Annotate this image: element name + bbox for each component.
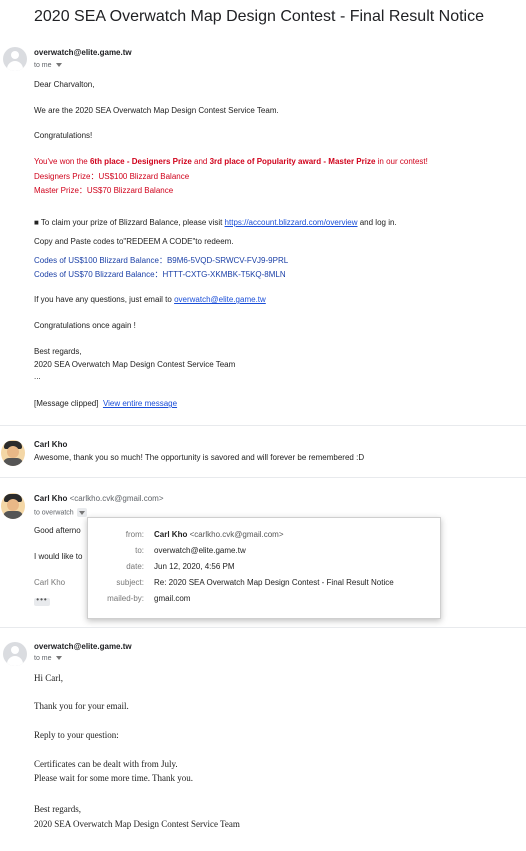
again-text: Congratulations once again ! — [34, 321, 136, 330]
message-clipped: [Message clipped] View entire message — [34, 399, 177, 408]
won-post: in our contest! — [375, 157, 428, 166]
date-label: date: — [126, 562, 144, 571]
ellipsis-text: ... — [34, 372, 41, 381]
body-line: Hi Carl, — [34, 673, 63, 683]
to-label: to: — [135, 546, 144, 555]
claim-text: ■ To claim your prize of Blizzard Balanc… — [34, 218, 397, 227]
claim-post: and log in. — [357, 218, 397, 227]
from-name: Carl Kho — [154, 530, 188, 539]
avatar — [3, 642, 27, 666]
date-value: Jun 12, 2020, 4:56 PM — [154, 562, 235, 571]
sender-name[interactable]: Carl Kho <carlkho.cvk@gmail.com> — [34, 494, 164, 503]
from-value: Carl Kho <carlkho.cvk@gmail.com> — [154, 530, 284, 539]
intro-text: We are the 2020 SEA Overwatch Map Design… — [34, 106, 279, 115]
show-details-button[interactable] — [76, 508, 87, 517]
body-line: Please wait for some more time. Thank yo… — [34, 773, 194, 783]
sender-name[interactable]: overwatch@elite.game.tw — [34, 642, 132, 651]
question-pre: If you have any questions, just email to — [34, 295, 175, 304]
won-text: You've won the 6th place - Designers Pri… — [34, 157, 428, 166]
claim-pre: ■ To claim your prize of Blizzard Balanc… — [34, 218, 225, 227]
blizzard-account-link[interactable]: https://account.blizzard.com/overview — [225, 218, 358, 227]
congrats-text: Congratulations! — [34, 131, 93, 140]
subject-value: Re: 2020 SEA Overwatch Map Design Contes… — [154, 578, 394, 587]
sender-address: <carlkho.cvk@gmail.com> — [69, 494, 164, 503]
regards-text: Best regards, — [34, 804, 81, 814]
code2-text: Codes of US$70 Blizzard Balance：HTTT-CXT… — [34, 270, 286, 279]
won-place2: 3rd place of Popularity award - Master P… — [209, 157, 376, 166]
recipient-label: to me — [34, 655, 52, 662]
avatar — [1, 440, 25, 466]
from-address: <carlkho.cvk@gmail.com> — [189, 530, 284, 539]
recipient-line[interactable]: to overwatch — [34, 508, 87, 517]
greeting: Dear Charvalton, — [34, 80, 95, 89]
clipped-label: [Message clipped] — [34, 399, 99, 408]
body-line: Reply to your question: — [34, 730, 119, 740]
body-line: I would like to — [34, 552, 83, 561]
won-pre: You've won the — [34, 157, 90, 166]
divider — [0, 627, 526, 628]
team-text: 2020 SEA Overwatch Map Design Contest Se… — [34, 819, 240, 829]
won-and: and — [191, 157, 210, 166]
show-trimmed-content-button[interactable]: ••• — [34, 596, 50, 606]
prize1-text: Designers Prize：US$100 Blizzard Balance — [34, 172, 190, 181]
copy-text: Copy and Paste codes to"REDEEM A CODE"to… — [34, 237, 234, 246]
sender-display-name: Carl Kho — [34, 494, 68, 503]
question-text: If you have any questions, just email to… — [34, 295, 266, 304]
mailed-by-label: mailed-by: — [107, 594, 144, 603]
avatar — [3, 47, 27, 71]
code1-text: Codes of US$100 Blizzard Balance：B9M6-5V… — [34, 256, 289, 265]
email-subject: 2020 SEA Overwatch Map Design Contest - … — [34, 8, 484, 25]
message-details-popup: from: Carl Kho <carlkho.cvk@gmail.com> t… — [87, 517, 441, 619]
recipient-line[interactable]: to me — [34, 655, 62, 662]
sender-name[interactable]: Carl Kho — [34, 440, 67, 449]
view-entire-message-link[interactable]: View entire message — [103, 399, 177, 408]
team-text: 2020 SEA Overwatch Map Design Contest Se… — [34, 360, 236, 369]
recipient-label: to me — [34, 62, 52, 69]
regards-text: Best regards, — [34, 347, 82, 356]
body-line: Thank you for your email. — [34, 701, 129, 711]
chevron-down-icon[interactable] — [55, 656, 62, 661]
from-label: from: — [125, 530, 144, 539]
body-line: Certificates can be dealt with from July… — [34, 759, 178, 769]
message-snippet[interactable]: Awesome, thank you so much! The opportun… — [34, 453, 364, 462]
sender-name[interactable]: overwatch@elite.game.tw — [34, 48, 132, 57]
recipient-label: to overwatch — [34, 509, 74, 517]
to-value: overwatch@elite.game.tw — [154, 546, 246, 555]
divider — [0, 477, 526, 478]
subject-label: subject: — [116, 578, 144, 587]
mailed-by-value: gmail.com — [154, 594, 191, 603]
won-place1: 6th place - Designers Prize — [89, 157, 192, 166]
divider — [0, 425, 526, 426]
email-link[interactable]: overwatch@elite.game.tw — [174, 295, 266, 304]
chevron-down-icon — [78, 511, 85, 515]
recipient-line[interactable]: to me — [34, 62, 62, 69]
signature: Carl Kho — [34, 578, 66, 587]
prize2-text: Master Prize：US$70 Blizzard Balance — [34, 186, 174, 195]
chevron-down-icon[interactable] — [55, 63, 62, 68]
body-line: Good afterno — [34, 526, 81, 535]
avatar — [1, 493, 25, 519]
